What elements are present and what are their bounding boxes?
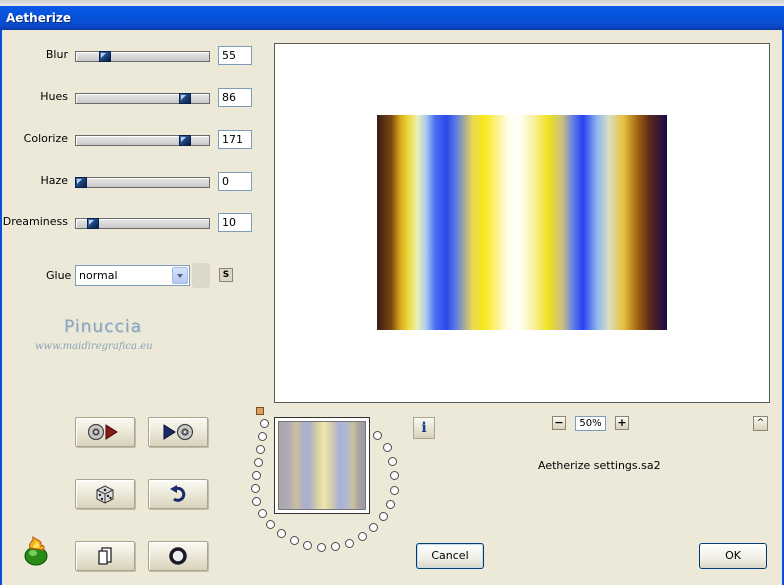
title-bar-top-strip [0,0,784,6]
dial-dot[interactable] [390,471,399,480]
hues-slider-thumb[interactable] [179,93,192,104]
colorize-slider-thumb[interactable] [179,135,192,146]
colorize-value-input[interactable]: 171 [218,130,252,149]
dial-dot[interactable] [383,443,392,452]
dial-dot[interactable] [258,432,267,441]
dial-dot[interactable] [290,536,299,545]
hues-slider[interactable] [75,93,210,104]
glue-dropdown[interactable]: normal [75,265,190,286]
preview-panel[interactable] [274,43,770,403]
cancel-button[interactable]: Cancel [416,543,484,569]
blur-slider[interactable] [75,51,210,62]
colorize-label: Colorize [23,132,68,145]
haze-label: Haze [40,174,68,187]
save-preset-button[interactable] [148,417,208,447]
help-button[interactable] [148,541,208,571]
glue-swatch [192,263,210,288]
disc-arrow-icon [87,423,118,441]
dial-dot[interactable] [251,484,260,493]
dial-dot[interactable] [258,509,267,518]
haze-slider-thumb[interactable] [75,177,88,188]
zoom-in-button[interactable]: + [615,416,629,430]
dial-dot[interactable] [266,520,275,529]
ok-button[interactable]: OK [699,543,767,569]
watermark-name: Pinuccia [64,317,142,337]
dreaminess-label: Dreaminess [2,215,68,228]
load-preset-button[interactable] [75,417,135,447]
glue-dropdown-value: normal [79,269,118,282]
zoom-level[interactable]: 50% [575,416,606,431]
dial-dot[interactable] [388,457,397,466]
colorize-slider-row: Colorize 171 [2,130,262,150]
info-button[interactable]: i [413,417,435,439]
haze-slider[interactable] [75,177,210,188]
dial-dot[interactable] [260,419,269,428]
hues-slider-row: Hues 86 [2,88,262,108]
dial-dot[interactable] [390,486,399,495]
glue-s-button[interactable]: S [219,268,233,282]
dreaminess-slider-thumb[interactable] [87,218,100,229]
dial-dot[interactable] [277,529,286,538]
dialog-client-area: Blur 55 Hues 86 Colorize 171 Haze 0 Drea… [0,30,784,585]
copy-icon [98,547,112,565]
reset-button[interactable] [148,479,208,509]
title-bar[interactable]: Aetherize [0,0,784,30]
dial-dot[interactable] [369,523,378,532]
circle-icon [169,547,187,565]
dial-dot[interactable] [379,512,388,521]
blur-slider-row: Blur 55 [2,46,262,66]
haze-value-input[interactable]: 0 [218,172,252,191]
window-title: Aetherize [6,11,71,25]
dial-dot[interactable] [252,497,261,506]
dial-dot[interactable] [303,541,312,550]
hues-value-input[interactable]: 86 [218,88,252,107]
blur-value-input[interactable]: 55 [218,46,252,65]
chevron-down-icon[interactable] [172,267,188,284]
undo-icon [170,485,186,502]
preview-image [377,115,667,330]
dreaminess-slider-row: Dreaminess 10 [2,213,262,233]
dice-icon [96,485,114,504]
dial-dot[interactable] [252,471,261,480]
dial-dot[interactable] [345,539,354,548]
navigator-handle[interactable] [256,407,264,415]
dial-dot[interactable] [254,458,263,467]
dial-dot[interactable] [256,445,265,454]
glue-label: Glue [46,269,72,282]
dial-dot[interactable] [317,543,326,552]
dreaminess-slider[interactable] [75,218,210,229]
arrow-disc-icon [163,423,194,441]
dial-dot[interactable] [386,500,395,509]
collapse-preview-button[interactable]: ^ [753,416,768,431]
haze-slider-row: Haze 0 [2,172,262,192]
dial-dot[interactable] [331,542,340,551]
blur-slider-thumb[interactable] [99,51,112,62]
dial-dot[interactable] [373,431,382,440]
settings-file-name: Aetherize settings.sa2 [538,459,661,472]
flame-logo-icon [24,536,48,566]
watermark-url: www.maidiregrafica.eu [35,341,153,352]
randomize-button[interactable] [75,479,135,509]
blur-label: Blur [45,48,68,61]
navigator-thumbnail-image [278,421,366,510]
dreaminess-value-input[interactable]: 10 [218,213,252,232]
hues-label: Hues [40,90,68,103]
colorize-slider[interactable] [75,135,210,146]
navigator-thumbnail[interactable] [274,417,370,514]
info-icon: i [421,420,427,436]
copy-button[interactable] [75,541,135,571]
dial-dot[interactable] [358,532,367,541]
zoom-out-button[interactable]: − [552,416,566,430]
